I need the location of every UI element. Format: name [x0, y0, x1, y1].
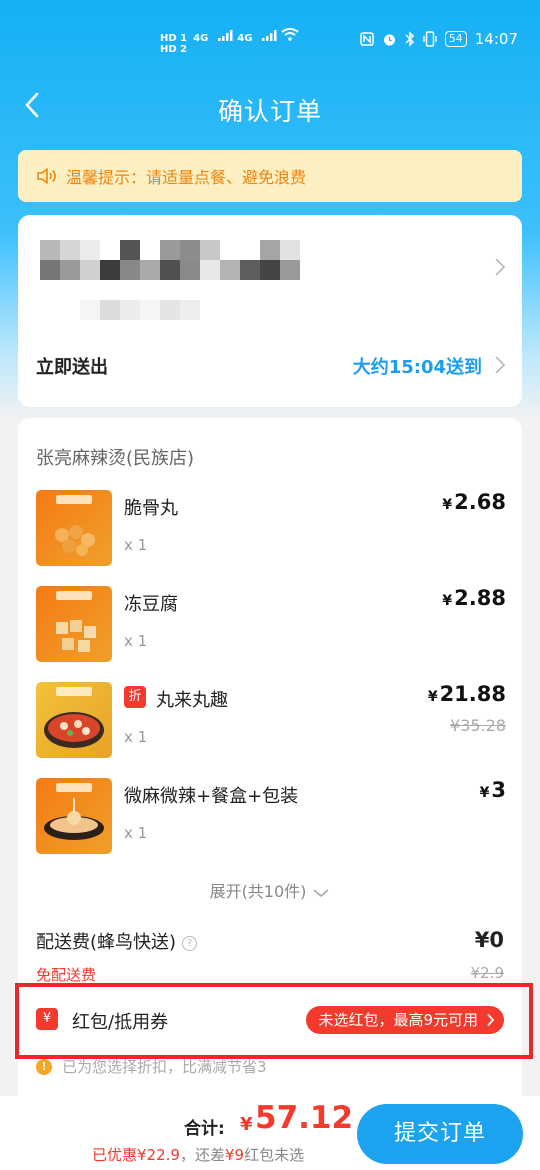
shop-name: 张亮麻辣烫(民族店): [36, 448, 195, 469]
remain-amount: ¥9: [224, 1146, 245, 1164]
expand-items-button[interactable]: 展开(共10件): [18, 878, 522, 902]
status-bar: HD 1 4G 4G HD 2 54 14:07: [0, 0, 540, 80]
item-qty: x 1: [124, 728, 148, 746]
page-title: 确认订单: [217, 97, 322, 126]
discount-note: ! 已为您选择折扣，比满减节省3: [36, 1056, 267, 1077]
checkout-bar: 合计: ¥ 57.12 已优惠¥22.9，还差¥9红包未选 提交订单: [0, 1096, 540, 1170]
vibrate-icon: [423, 31, 437, 47]
bluetooth-icon: [405, 31, 414, 47]
total-value: 57.12: [255, 1100, 354, 1136]
item-name: 丸来丸趣: [156, 690, 228, 711]
total-currency: ¥: [240, 1114, 253, 1135]
item-price: ¥2.88: [442, 586, 506, 610]
item-price: ¥3: [479, 778, 506, 802]
expand-label: 展开(共10件): [209, 882, 307, 901]
delivery-fee-original: ¥2.9: [470, 964, 504, 982]
sim1-label: HD 1: [160, 33, 188, 44]
chevron-right-icon: [487, 1013, 495, 1027]
total-label: 合计:: [184, 1119, 225, 1139]
list-item: 折 丸来丸趣 x 1 ¥21.88 ¥35.28: [36, 682, 506, 758]
savings-summary: 已优惠¥22.9，还差¥9红包未选: [92, 1144, 304, 1165]
item-price: ¥21.88: [427, 682, 506, 706]
wifi-icon: [281, 28, 299, 41]
delivery-fee-value: ¥0: [474, 928, 504, 952]
signal1-label: 4G: [193, 33, 209, 44]
coupon-pill-text: 未选红包，最高9元可用: [318, 1011, 478, 1029]
chevron-down-icon: [313, 888, 330, 897]
item-name: 冻豆腐: [124, 594, 178, 615]
item-name: 脆骨丸: [124, 498, 178, 519]
alarm-icon: [383, 34, 395, 45]
item-qty: x 1: [124, 632, 148, 650]
item-qty: x 1: [124, 536, 148, 554]
delivery-fee-label: 配送费(蜂鸟快送)?: [36, 928, 198, 954]
item-image: [36, 682, 112, 758]
chevron-right-icon: [495, 356, 506, 374]
nav-bar: 确认订单: [0, 80, 540, 136]
item-image: [36, 490, 112, 566]
signal-bars-icon: [261, 30, 277, 41]
item-price: ¥2.68: [442, 490, 506, 514]
signal2-label: 4G: [237, 33, 253, 44]
list-item: 微麻微辣+餐盒+包装 x 1 ¥3: [36, 778, 506, 854]
coupon-icon: ¥: [36, 1008, 58, 1030]
remain-text: ，还差: [179, 1146, 225, 1164]
tip-text: 温馨提示：请适量点餐、避免浪费: [66, 168, 307, 187]
chevron-right-icon: [495, 258, 506, 276]
signal-bars-icon: [217, 30, 233, 41]
submit-order-button[interactable]: 提交订单: [357, 1104, 523, 1164]
coupon-label: 红包/抵用券: [72, 1012, 169, 1033]
remain-suffix: 红包未选: [244, 1146, 305, 1164]
item-qty: x 1: [124, 824, 148, 842]
item-original-price: ¥35.28: [450, 716, 506, 735]
signal-indicators: HD 1 4G 4G HD 2: [160, 28, 299, 55]
discount-note-text: 已为您选择折扣，比满减节省3: [62, 1058, 267, 1076]
saved-amount: 已优惠¥22.9: [92, 1146, 180, 1164]
item-image: [36, 778, 112, 854]
battery-level: 54: [444, 31, 467, 47]
coupon-select-button[interactable]: 未选红包，最高9元可用: [306, 1006, 504, 1034]
clock: 14:07: [474, 30, 518, 48]
list-item: 冻豆腐 x 1 ¥2.88: [36, 586, 506, 662]
list-item: 脆骨丸 x 1 ¥2.68: [36, 490, 506, 566]
item-image: [36, 586, 112, 662]
coupon-row[interactable]: ¥ 红包/抵用券 未选红包，最高9元可用: [36, 1004, 506, 1038]
sim2-label: HD 2: [160, 44, 188, 55]
speaker-icon: [37, 168, 56, 184]
address-card[interactable]: 立即送出 大约15:04送到: [18, 215, 522, 407]
nfc-icon: [360, 32, 374, 46]
discount-badge: 折: [124, 686, 146, 708]
tip-banner: 温馨提示：请适量点餐、避免浪费: [18, 150, 522, 202]
free-delivery-tag: 免配送费: [36, 966, 97, 984]
delivery-fee-text: 配送费(蜂鸟快送): [36, 932, 177, 953]
delivery-label: 立即送出: [36, 357, 108, 378]
delivery-time[interactable]: 大约15:04送到: [353, 353, 482, 379]
item-name: 微麻微辣+餐盒+包装: [124, 786, 299, 807]
info-icon: !: [36, 1058, 52, 1075]
help-icon[interactable]: ?: [182, 935, 198, 951]
